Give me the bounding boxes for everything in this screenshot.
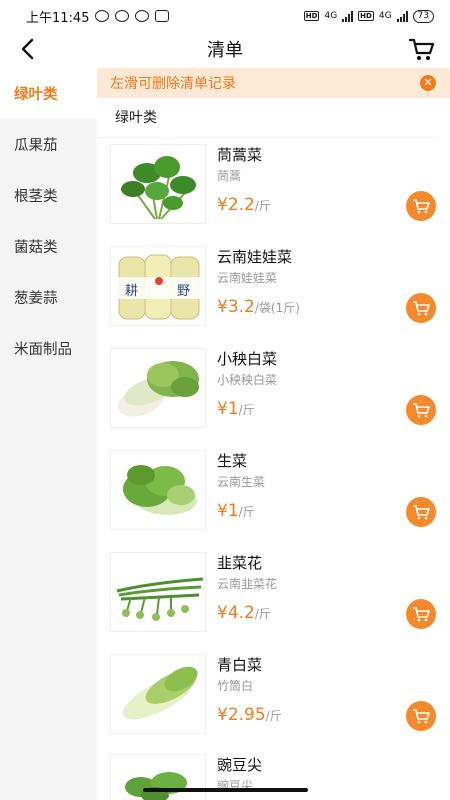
product-price: ¥2.2/斤 <box>217 195 271 215</box>
product-item[interactable]: 青白菜 竹筒白 ¥2.95/斤 <box>110 654 440 734</box>
product-subtitle: 茼蒿 <box>217 169 242 183</box>
product-image <box>110 754 206 800</box>
package-label: 野 <box>177 284 190 299</box>
network-type: 4G <box>324 11 338 21</box>
status-right: HD 4G HD 4G 73 <box>303 9 434 23</box>
cart-icon <box>413 505 430 520</box>
add-to-cart-button[interactable] <box>406 497 436 527</box>
add-to-cart-button[interactable] <box>406 293 436 323</box>
product-image <box>110 144 206 224</box>
product-image: 耕 野 <box>110 246 206 326</box>
product-price: ¥1/斤 <box>217 399 255 419</box>
back-icon[interactable] <box>16 36 42 62</box>
product-price: ¥4.2/斤 <box>217 603 271 623</box>
sidebar-item-mushroom[interactable]: 菌菇类 <box>0 221 97 272</box>
banner-text: 左滑可删除清单记录 <box>110 76 236 92</box>
status-bar: 上午11:45 HD 4G HD 4G 73 <box>0 0 450 32</box>
add-to-cart-button[interactable] <box>406 701 436 731</box>
sidebar-item-melon-fruit[interactable]: 瓜果茄 <box>0 119 97 170</box>
product-item[interactable]: 生菜 云南生菜 ¥1/斤 <box>110 450 440 530</box>
price-unit: /斤 <box>238 505 255 519</box>
signal-icon <box>396 10 408 22</box>
do-not-disturb-icon <box>95 10 110 22</box>
signal-icon <box>342 10 354 22</box>
sidebar-item-label: 绿叶类 <box>14 87 58 103</box>
product-price: ¥1/斤 <box>217 501 255 521</box>
home-indicator[interactable] <box>143 788 308 792</box>
cart-icon <box>413 301 430 316</box>
cart-icon <box>413 199 430 214</box>
product-image <box>110 348 206 428</box>
product-subtitle: 云南娃娃菜 <box>217 271 278 285</box>
sidebar-item-label: 菌菇类 <box>14 240 58 256</box>
product-name: 小秧白菜 <box>217 350 278 368</box>
hd-badge: HD <box>358 11 374 21</box>
product-name: 韭菜花 <box>217 554 263 572</box>
close-icon[interactable]: ✕ <box>420 75 436 91</box>
add-to-cart-button[interactable] <box>406 599 436 629</box>
sidebar-item-rice-flour[interactable]: 米面制品 <box>0 323 97 374</box>
package-label: 耕 <box>125 283 138 299</box>
eye-icon <box>135 10 150 22</box>
sidebar-item-label: 米面制品 <box>14 342 72 358</box>
cart-icon <box>413 709 430 724</box>
price-value: ¥2.95 <box>217 705 266 725</box>
category-sidebar: 绿叶类 瓜果茄 根茎类 菌菇类 葱姜蒜 米面制品 <box>0 68 97 800</box>
price-value: ¥4.2 <box>217 603 255 623</box>
price-value: ¥1 <box>217 501 239 521</box>
status-left: 上午11:45 <box>26 7 170 26</box>
clock: 上午11:45 <box>26 10 90 26</box>
product-item[interactable]: 耕 野 云南娃娃菜 云南娃娃菜 ¥3.2/袋(1斤) <box>110 246 440 326</box>
price-unit: /袋(1斤) <box>254 301 300 315</box>
product-subtitle: 云南生菜 <box>217 475 266 489</box>
product-name: 豌豆尖 <box>217 756 263 774</box>
product-name: 云南娃娃菜 <box>217 248 293 266</box>
price-unit: /斤 <box>254 199 271 213</box>
product-image <box>110 552 206 632</box>
product-image <box>110 654 206 734</box>
price-value: ¥2.2 <box>217 195 255 215</box>
product-price: ¥2.95/斤 <box>217 705 282 725</box>
network-type: 4G <box>378 11 392 21</box>
battery-icon: 73 <box>412 9 434 23</box>
sidebar-item-leafy[interactable]: 绿叶类 <box>0 68 97 119</box>
product-price: ¥3.2/袋(1斤) <box>217 297 300 317</box>
page-title: 清单 <box>207 40 243 61</box>
product-item[interactable]: 韭菜花 云南韭菜花 ¥4.2/斤 <box>110 552 440 632</box>
price-unit: /斤 <box>265 709 282 723</box>
swipe-hint-banner: 左滑可删除清单记录 ✕ <box>97 68 450 98</box>
price-unit: /斤 <box>238 403 255 417</box>
product-subtitle: 云南韭菜花 <box>217 577 278 591</box>
hd-badge: HD <box>303 11 320 21</box>
sidebar-item-root[interactable]: 根茎类 <box>0 170 97 221</box>
sidebar-item-label: 瓜果茄 <box>14 138 58 154</box>
price-value: ¥1 <box>217 399 239 419</box>
add-to-cart-button[interactable] <box>406 395 436 425</box>
product-item[interactable]: 小秧白菜 小秧秧白菜 ¥1/斤 <box>110 348 440 428</box>
header: 清单 <box>0 32 450 66</box>
message-icon <box>155 10 170 22</box>
price-unit: /斤 <box>254 607 271 621</box>
sidebar-item-onion-ginger-garlic[interactable]: 葱姜蒜 <box>0 272 97 323</box>
price-value: ¥3.2 <box>217 297 255 317</box>
sidebar-item-label: 葱姜蒜 <box>14 291 58 307</box>
cart-icon[interactable] <box>408 36 436 62</box>
cart-icon <box>413 607 430 622</box>
section-title: 绿叶类 <box>97 98 436 138</box>
product-image <box>110 450 206 530</box>
product-name: 青白菜 <box>217 656 263 674</box>
product-subtitle: 小秧秧白菜 <box>217 373 278 387</box>
product-subtitle: 竹筒白 <box>217 679 254 693</box>
product-name: 茼蒿菜 <box>217 146 263 164</box>
cart-icon <box>413 403 430 418</box>
alarm-icon <box>115 10 130 22</box>
product-item[interactable]: 豌豆尖 豌豆尖 <box>110 754 440 800</box>
sidebar-item-label: 根茎类 <box>14 189 58 205</box>
product-item[interactable]: 茼蒿菜 茼蒿 ¥2.2/斤 <box>110 144 440 224</box>
product-name: 生菜 <box>217 452 248 470</box>
product-list-panel: 左滑可删除清单记录 ✕ 绿叶类 茼蒿菜 茼蒿 ¥2.2/斤 耕 野 云南娃娃菜 … <box>97 68 450 800</box>
add-to-cart-button[interactable] <box>406 191 436 221</box>
